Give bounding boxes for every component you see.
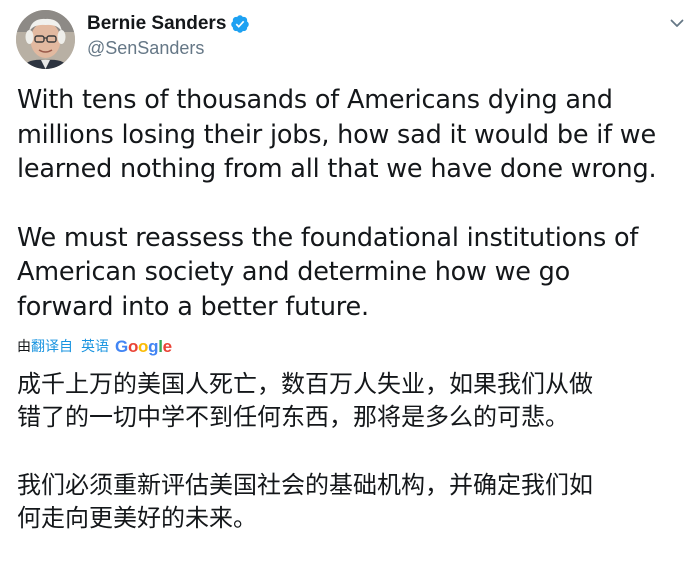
translate-link[interactable]: 翻译自 [31,337,73,357]
google-logo-letter: G [115,337,128,356]
tweet-card: Bernie Sanders @SenSanders With tens of … [0,0,700,545]
google-logo-letter: g [148,337,159,356]
google-logo-letter: o [138,337,149,356]
tweet-paragraph: With tens of thousands of Americans dyin… [17,85,657,184]
verified-badge-icon [230,14,250,34]
author-name-row: Bernie Sanders [87,13,250,35]
translation-prefix: 由 [17,339,31,355]
author-handle[interactable]: @SenSanders [87,37,204,59]
tweet-paragraph: We must reassess the foundational instit… [17,222,639,322]
tweet-text: With tens of thousands of Americans dyin… [17,83,687,358]
translated-paragraph: 成千上万的美国人死亡，数百万人失业，如果我们从做 错了的一切中学不到任何东西，那… [17,370,593,431]
avatar-photo [16,10,75,69]
author-display-name[interactable]: Bernie Sanders [87,13,226,35]
translation-attribution: 由 翻译自 英语 Google [17,337,172,357]
translation-source-language[interactable]: 英语 [81,337,109,357]
google-logo: Google [115,337,172,357]
google-logo-letter: e [162,337,172,356]
chevron-down-icon[interactable] [668,14,686,32]
avatar[interactable] [16,10,75,69]
google-logo-letter: o [127,337,139,356]
translated-text: 成千上万的美国人死亡，数百万人失业，如果我们从做 错了的一切中学不到任何东西，那… [17,368,687,570]
translated-paragraph: 我们必须重新评估美国社会的基础机构，并确定我们如 何走向更美好的未来。 [17,471,593,532]
